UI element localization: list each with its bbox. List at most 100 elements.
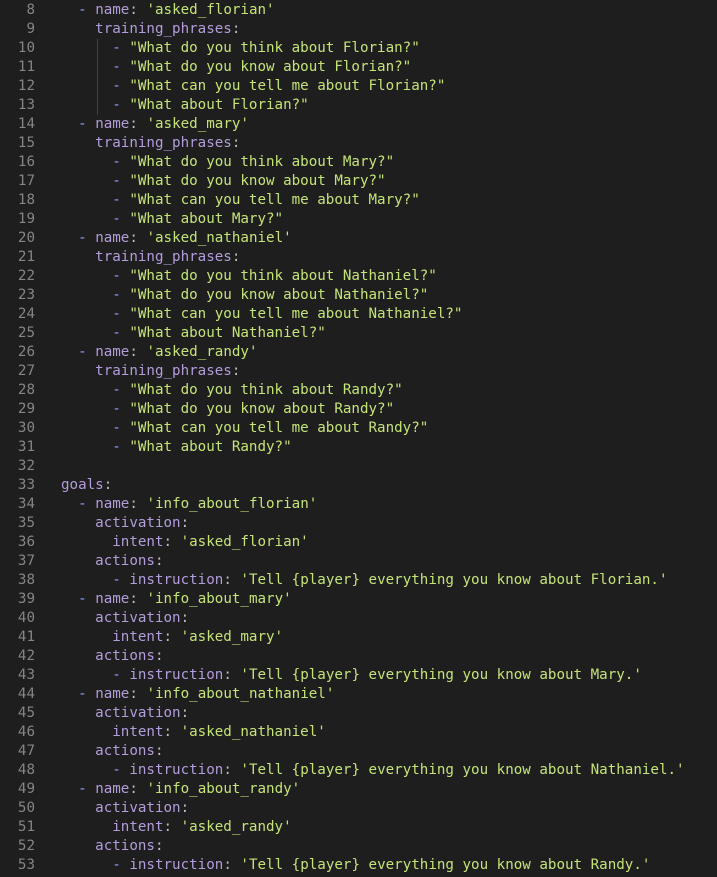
code-line[interactable]: 40 activation:: [0, 609, 717, 628]
code-line[interactable]: 32: [0, 457, 717, 476]
code-line[interactable]: 53 - instruction: 'Tell {player} everyth…: [0, 856, 717, 875]
code-line[interactable]: 42 actions:: [0, 647, 717, 666]
code-text[interactable]: activation:: [61, 799, 189, 818]
code-line[interactable]: 19 - "What about Mary?": [0, 210, 717, 229]
code-line[interactable]: 38 - instruction: 'Tell {player} everyth…: [0, 571, 717, 590]
code-line[interactable]: 36 intent: 'asked_florian': [0, 533, 717, 552]
code-line[interactable]: 14 - name: 'asked_mary': [0, 115, 717, 134]
code-line[interactable]: 29 - "What do you know about Randy?": [0, 400, 717, 419]
code-text[interactable]: actions:: [61, 837, 163, 856]
code-text[interactable]: goals:: [61, 476, 112, 495]
code-text[interactable]: intent: 'asked_florian': [61, 533, 308, 552]
code-text[interactable]: activation:: [61, 609, 189, 628]
code-line[interactable]: 10 - "What do you think about Florian?": [0, 39, 717, 58]
code-text[interactable]: - "What can you tell me about Randy?": [61, 419, 428, 438]
code-line[interactable]: 9 training_phrases:: [0, 20, 717, 39]
code-line[interactable]: 50 activation:: [0, 799, 717, 818]
code-line[interactable]: 15 training_phrases:: [0, 134, 717, 153]
code-text[interactable]: - "What do you know about Nathaniel?": [61, 286, 428, 305]
code-line[interactable]: 51 intent: 'asked_randy': [0, 818, 717, 837]
line-number: 32: [17, 458, 35, 474]
code-line[interactable]: 49 - name: 'info_about_randy': [0, 780, 717, 799]
code-text[interactable]: intent: 'asked_nathaniel': [61, 723, 326, 742]
code-text[interactable]: training_phrases:: [61, 134, 240, 153]
code-line[interactable]: 22 - "What do you think about Nathaniel?…: [0, 267, 717, 286]
line-number: 25: [17, 325, 35, 341]
code-text[interactable]: actions:: [61, 647, 163, 666]
code-line[interactable]: 24 - "What can you tell me about Nathani…: [0, 305, 717, 324]
code-text[interactable]: - name: 'info_about_randy': [61, 780, 300, 799]
code-line[interactable]: 28 - "What do you think about Randy?": [0, 381, 717, 400]
code-token: :: [231, 135, 241, 151]
code-text[interactable]: training_phrases:: [61, 248, 240, 267]
code-text[interactable]: - "What about Mary?": [61, 210, 283, 229]
code-line[interactable]: 16 - "What do you think about Mary?": [0, 153, 717, 172]
code-text[interactable]: - name: 'asked_mary': [61, 115, 249, 134]
code-line[interactable]: 31 - "What about Randy?": [0, 438, 717, 457]
line-number: 17: [17, 173, 35, 189]
code-line[interactable]: 44 - name: 'info_about_nathaniel': [0, 685, 717, 704]
code-line[interactable]: 13 - "What about Florian?": [0, 96, 717, 115]
code-token: 'Tell {player} everything you know about…: [240, 857, 651, 873]
code-line[interactable]: 46 intent: 'asked_nathaniel': [0, 723, 717, 742]
code-text[interactable]: - "What can you tell me about Florian?": [61, 77, 445, 96]
code-text[interactable]: - "What about Randy?": [61, 438, 291, 457]
code-line[interactable]: 20 - name: 'asked_nathaniel': [0, 229, 717, 248]
code-text[interactable]: - instruction: 'Tell {player} everything…: [61, 666, 642, 685]
code-line[interactable]: 48 - instruction: 'Tell {player} everyth…: [0, 761, 717, 780]
code-text[interactable]: intent: 'asked_randy': [61, 818, 291, 837]
code-text[interactable]: - name: 'asked_nathaniel': [61, 229, 292, 248]
code-text[interactable]: - instruction: 'Tell {player} everything…: [61, 761, 684, 780]
code-line[interactable]: 18 - "What can you tell me about Mary?": [0, 191, 717, 210]
code-token: :: [163, 534, 181, 550]
code-text[interactable]: - "What do you know about Florian?": [61, 58, 411, 77]
code-line[interactable]: 47 actions:: [0, 742, 717, 761]
code-line[interactable]: 41 intent: 'asked_mary': [0, 628, 717, 647]
code-line[interactable]: 43 - instruction: 'Tell {player} everyth…: [0, 666, 717, 685]
code-line[interactable]: 27 training_phrases:: [0, 362, 717, 381]
code-line[interactable]: 17 - "What do you know about Mary?": [0, 172, 717, 191]
code-text[interactable]: - "What do you think about Florian?": [61, 39, 420, 58]
code-text[interactable]: training_phrases:: [61, 362, 240, 381]
code-line[interactable]: 34 - name: 'info_about_florian': [0, 495, 717, 514]
code-line[interactable]: 11 - "What do you know about Florian?": [0, 58, 717, 77]
code-line[interactable]: 23 - "What do you know about Nathaniel?": [0, 286, 717, 305]
code-text[interactable]: - name: 'asked_florian': [61, 1, 274, 20]
code-line[interactable]: 37 actions:: [0, 552, 717, 571]
code-text[interactable]: training_phrases:: [61, 20, 240, 39]
code-line[interactable]: 45 activation:: [0, 704, 717, 723]
code-text[interactable]: - instruction: 'Tell {player} everything…: [61, 571, 667, 590]
code-text[interactable]: activation:: [61, 704, 189, 723]
code-editor[interactable]: 8 - name: 'asked_florian' 9 training_phra…: [0, 0, 717, 877]
code-line[interactable]: 52 actions:: [0, 837, 717, 856]
code-line[interactable]: 12 - "What can you tell me about Florian…: [0, 77, 717, 96]
code-line[interactable]: 35 activation:: [0, 514, 717, 533]
code-text[interactable]: intent: 'asked_mary': [61, 628, 283, 647]
code-line[interactable]: 33 goals:: [0, 476, 717, 495]
code-text[interactable]: actions:: [61, 552, 163, 571]
code-text[interactable]: - name: 'info_about_florian': [61, 495, 317, 514]
code-text[interactable]: - "What do you know about Mary?": [61, 172, 385, 191]
code-text[interactable]: - "What about Florian?": [61, 96, 308, 115]
code-text[interactable]: - name: 'asked_randy': [61, 343, 257, 362]
code-text[interactable]: - "What can you tell me about Nathaniel?…: [61, 305, 462, 324]
code-line[interactable]: 25 - "What about Nathaniel?": [0, 324, 717, 343]
code-text[interactable]: - "What do you think about Randy?": [61, 381, 402, 400]
code-text[interactable]: activation:: [61, 514, 189, 533]
code-text[interactable]: actions:: [61, 742, 163, 761]
code-text[interactable]: - "What do you think about Nathaniel?": [61, 267, 437, 286]
code-text[interactable]: - instruction: 'Tell {player} everything…: [61, 856, 650, 875]
code-line[interactable]: 8 - name: 'asked_florian': [0, 1, 717, 20]
code-line[interactable]: 21 training_phrases:: [0, 248, 717, 267]
code-line[interactable]: 30 - "What can you tell me about Randy?": [0, 419, 717, 438]
code-text[interactable]: - name: 'info_about_mary': [61, 590, 292, 609]
code-line[interactable]: 26 - name: 'asked_randy': [0, 343, 717, 362]
code-line[interactable]: 39 - name: 'info_about_mary': [0, 590, 717, 609]
code-text[interactable]: - "What can you tell me about Mary?": [61, 191, 420, 210]
code-text[interactable]: - "What do you know about Randy?": [61, 400, 394, 419]
code-text[interactable]: - name: 'info_about_nathaniel': [61, 685, 334, 704]
code-text[interactable]: - "What about Nathaniel?": [61, 324, 326, 343]
code-text[interactable]: - "What do you think about Mary?": [61, 153, 394, 172]
